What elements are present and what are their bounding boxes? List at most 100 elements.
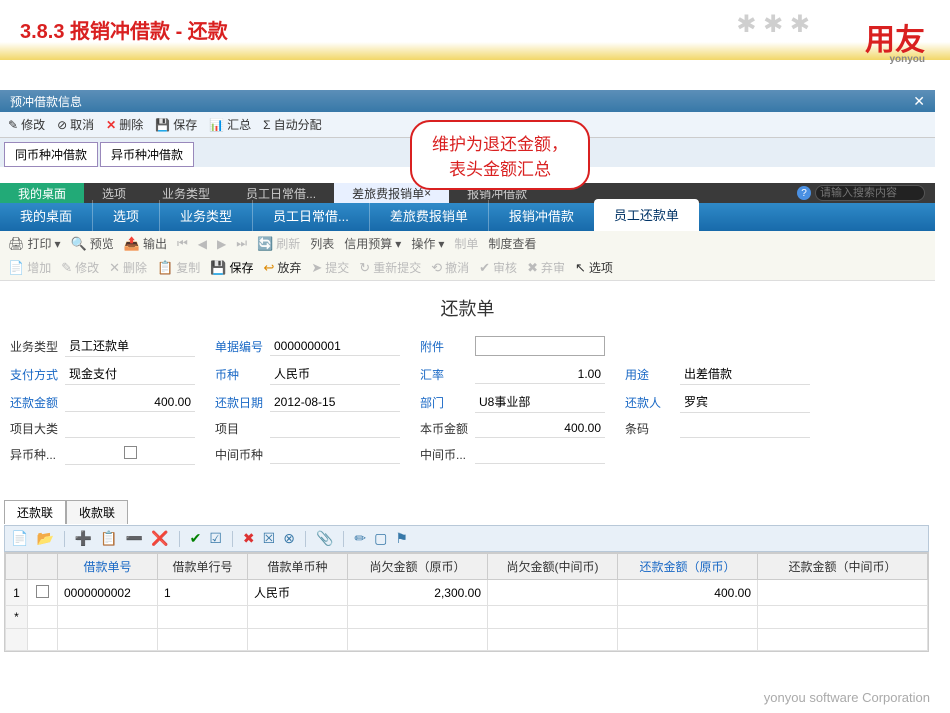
tab-repayment[interactable]: 员工还款单 xyxy=(594,199,699,231)
grid-check-icon[interactable]: ✔ xyxy=(190,530,202,547)
grid-insert-icon[interactable]: ➕ xyxy=(75,530,92,547)
credit-button[interactable]: 信用预算 ▾ xyxy=(344,235,401,252)
grid-open-icon[interactable]: 📂 xyxy=(36,530,53,547)
tab-diff-currency[interactable]: 异币种冲借款 xyxy=(100,142,194,167)
col-owe-orig[interactable]: 尚欠金额（原币） xyxy=(348,554,488,580)
val-diffcur[interactable] xyxy=(65,444,195,465)
val-paymethod[interactable]: 现金支付 xyxy=(65,363,195,385)
tab-same-currency[interactable]: 同币种冲借款 xyxy=(4,142,98,167)
abandon-button[interactable]: ↩放弃 xyxy=(263,259,301,276)
tab-travel[interactable]: 差旅费报销单 xyxy=(369,200,488,231)
sum-button[interactable]: 📊汇总 xyxy=(209,116,251,133)
grid-del2-icon[interactable]: ❌ xyxy=(151,530,168,547)
resubmit-button[interactable]: ↻重新提交 xyxy=(359,259,421,276)
grid-checkall-icon[interactable]: ☑ xyxy=(209,530,222,547)
close-icon[interactable]: ✕ xyxy=(913,93,925,110)
nav-last[interactable]: ⏭ xyxy=(236,236,247,251)
grid-new-icon[interactable]: 📄 xyxy=(11,530,28,547)
submit-button[interactable]: ➤提交 xyxy=(311,259,349,276)
preview-button[interactable]: 🔍预览 xyxy=(71,235,114,252)
grid-copy-icon[interactable]: 📋 xyxy=(100,530,117,547)
val-project[interactable] xyxy=(270,420,400,438)
col-repay-mid[interactable]: 还款金额（中间币） xyxy=(758,554,928,580)
edit-icon: ✎ xyxy=(61,260,72,276)
val-barcode[interactable] xyxy=(680,420,810,438)
save-button[interactable]: 💾保存 xyxy=(210,259,253,276)
col-loancur[interactable]: 借款单币种 xyxy=(248,554,348,580)
col-owe-mid[interactable]: 尚欠金额(中间币) xyxy=(488,554,618,580)
auto-button[interactable]: Σ自动分配 xyxy=(263,116,321,133)
system-button[interactable]: 制度查看 xyxy=(488,235,536,252)
cell-repay-mid[interactable] xyxy=(758,580,928,606)
delete-button[interactable]: ✕删除 xyxy=(106,116,143,133)
tab-biztype[interactable]: 业务类型 xyxy=(159,200,252,231)
row-checkbox[interactable] xyxy=(36,585,49,598)
unaudit-button[interactable]: ✖弃审 xyxy=(527,259,565,276)
copy-button[interactable]: 📋复制 xyxy=(157,259,200,276)
grid-flag-icon[interactable]: ⚑ xyxy=(395,530,408,547)
list-button[interactable]: 列表 xyxy=(310,235,334,252)
delete-button2[interactable]: ✕删除 xyxy=(109,259,147,276)
col-repay-orig[interactable]: 还款金额（原币） xyxy=(618,554,758,580)
nav-prev[interactable]: ◀ xyxy=(198,237,207,251)
val-docno[interactable]: 0000000001 xyxy=(270,337,400,356)
grid-clear-icon[interactable]: ⊗ xyxy=(283,530,295,547)
search-input[interactable] xyxy=(815,185,925,201)
option-button[interactable]: ↖选项 xyxy=(575,259,613,276)
toolbar-row1: 🖨打印 ▾ 🔍预览 📤输出 ⏮ ◀ ▶ ⏭ 🔄刷新 列表 信用预算 ▾ 操作 ▾… xyxy=(0,231,935,257)
col-loanno[interactable]: 借款单号 xyxy=(58,554,158,580)
val-midcur2[interactable] xyxy=(475,446,605,464)
cell-owe-mid[interactable] xyxy=(488,580,618,606)
val-midcur[interactable] xyxy=(270,446,400,464)
grid-uncheck-icon[interactable]: ✖ xyxy=(243,530,255,547)
val-biztype[interactable]: 员工还款单 xyxy=(65,335,195,357)
val-amount[interactable]: 400.00 xyxy=(65,393,195,412)
save-button-bg[interactable]: 💾保存 xyxy=(155,116,197,133)
nav-next[interactable]: ▶ xyxy=(217,237,226,251)
edit-button[interactable]: ✎修改 xyxy=(8,116,45,133)
output-button[interactable]: 📤输出 xyxy=(124,235,167,252)
cell-loanline[interactable]: 1 xyxy=(158,580,248,606)
add-button[interactable]: 📄增加 xyxy=(8,259,51,276)
cell-owe-orig[interactable]: 2,300.00 xyxy=(348,580,488,606)
grid-box-icon[interactable]: ▢ xyxy=(374,530,387,547)
tab-empl[interactable]: 员工日常借... xyxy=(252,200,369,231)
checkbox-diffcur[interactable] xyxy=(124,446,137,459)
audit-icon: ✔ xyxy=(479,260,490,276)
help-icon[interactable]: ? xyxy=(797,186,811,200)
print-button[interactable]: 🖨打印 ▾ xyxy=(8,235,61,252)
val-person[interactable]: 罗宾 xyxy=(680,391,810,413)
val-dept[interactable]: U8事业部 xyxy=(475,391,605,413)
grid-edit-icon[interactable]: ✏ xyxy=(354,530,366,547)
subtab-receive[interactable]: 收款联 xyxy=(66,500,128,524)
audit-button[interactable]: ✔审核 xyxy=(479,259,517,276)
col-loanline[interactable]: 借款单行号 xyxy=(158,554,248,580)
val-attach[interactable] xyxy=(475,336,605,356)
val-projcat[interactable] xyxy=(65,420,195,438)
tab-desktop[interactable]: 我的桌面 xyxy=(0,200,92,231)
cell-loanno[interactable]: 0000000002 xyxy=(58,580,158,606)
tab-reimburse[interactable]: 报销冲借款 xyxy=(488,200,594,231)
cancel-button[interactable]: ⊘取消 xyxy=(57,116,94,133)
val-localamt[interactable]: 400.00 xyxy=(475,419,605,438)
cell-repay-orig[interactable]: 400.00 xyxy=(618,580,758,606)
val-date[interactable]: 2012-08-15 xyxy=(270,393,400,412)
op-button[interactable]: 操作 ▾ xyxy=(411,235,444,252)
val-currency[interactable]: 人民币 xyxy=(270,363,400,385)
grid-uncheckall-icon[interactable]: ☒ xyxy=(263,530,276,547)
val-rate[interactable]: 1.00 xyxy=(475,365,605,384)
grid-paste-icon[interactable]: 📎 xyxy=(316,530,333,547)
make-button[interactable]: 制单 xyxy=(454,235,478,252)
nav-first[interactable]: ⏮ xyxy=(177,236,188,251)
cell-loancur[interactable]: 人民币 xyxy=(248,580,348,606)
undo-button[interactable]: ⟲撤消 xyxy=(431,259,469,276)
grid-row[interactable]: 1 0000000002 1 人民币 2,300.00 400.00 xyxy=(6,580,928,606)
val-purpose[interactable]: 出差借款 xyxy=(680,363,810,385)
refresh-button[interactable]: 🔄刷新 xyxy=(257,235,300,252)
grid-row-new[interactable]: * xyxy=(6,606,928,629)
edit-button2[interactable]: ✎修改 xyxy=(61,259,99,276)
tab-options[interactable]: 选项 xyxy=(92,200,159,231)
grid-del-icon[interactable]: ➖ xyxy=(126,530,143,547)
grid-toolbar: 📄 📂 ➕ 📋 ➖ ❌ ✔ ☑ ✖ ☒ ⊗ 📎 ✏ ▢ ⚑ xyxy=(4,525,929,552)
subtab-repay[interactable]: 还款联 xyxy=(4,500,66,524)
